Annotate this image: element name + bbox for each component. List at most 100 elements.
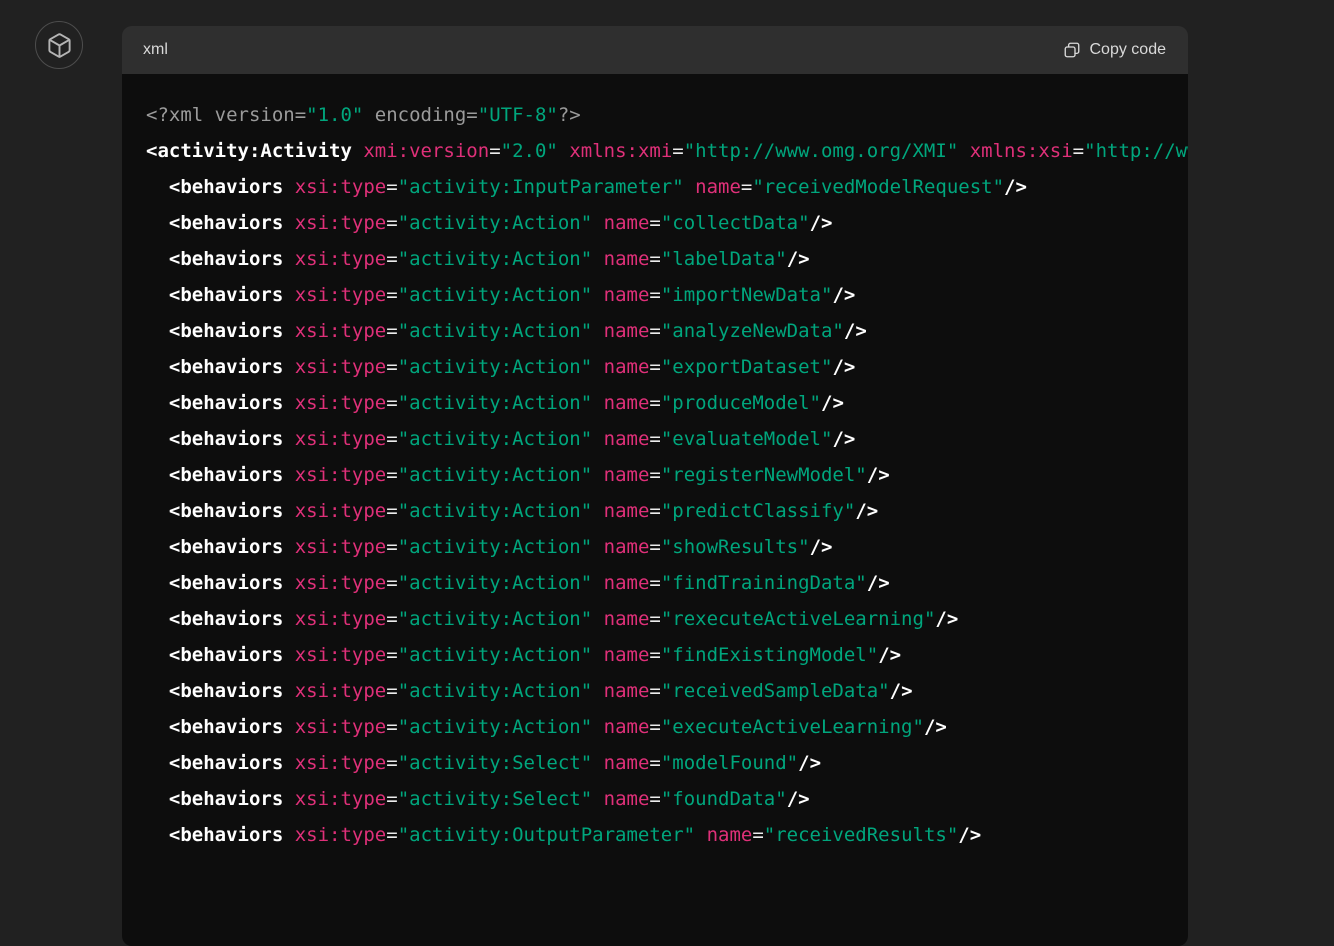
code-token-string: "activity:InputParameter" [397, 176, 684, 198]
code-token-attr: xsi:type [294, 608, 387, 630]
code-line: <behaviors xsi:type="activity:Action" na… [146, 673, 1164, 709]
code-token-attr: name [603, 500, 650, 522]
code-token-string: "http://www.omg.org/XMI" [683, 140, 959, 162]
code-token-meta: ?> [557, 104, 581, 126]
code-line: <behaviors xsi:type="activity:Action" na… [146, 349, 1164, 385]
code-token-plain: = [649, 716, 661, 738]
code-line: <behaviors xsi:type="activity:Action" na… [146, 601, 1164, 637]
code-token-tag: /> [809, 212, 833, 234]
code-token-tag: <behaviors [168, 212, 284, 234]
code-token-attr: name [603, 788, 650, 810]
code-line: <behaviors xsi:type="activity:Action" na… [146, 277, 1164, 313]
code-token-plain: = [1072, 140, 1085, 162]
code-line: <behaviors xsi:type="activity:Action" na… [146, 241, 1164, 277]
code-token-plain: = [386, 284, 398, 306]
code-token-attr: xsi:type [294, 248, 387, 270]
code-token-string: "http://www.w3.org/2001/XMLSchema-instan… [1084, 140, 1188, 162]
code-token-plain: = [649, 248, 661, 270]
code-token-attr: name [603, 320, 650, 342]
code-token-plain: = [386, 248, 398, 270]
code-token-attr: xsi:type [294, 356, 387, 378]
code-line: <behaviors xsi:type="activity:Action" na… [146, 421, 1164, 457]
copy-icon [1064, 42, 1079, 58]
code-token-string: "activity:Action" [397, 320, 593, 342]
code-token-attr: name [603, 464, 650, 486]
code-line: <behaviors xsi:type="activity:Action" na… [146, 493, 1164, 529]
code-token-string: "activity:Action" [397, 608, 593, 630]
code-token-attr: name [603, 644, 650, 666]
code-token-attr: xsi:type [294, 464, 387, 486]
code-line: <behaviors xsi:type="activity:Action" na… [146, 313, 1164, 349]
code-line: <behaviors xsi:type="activity:Action" na… [146, 565, 1164, 601]
code-token-attr: xsi:type [294, 284, 387, 306]
code-token-tag: /> [889, 680, 913, 702]
code-token-tag: <behaviors [168, 536, 284, 558]
code-token-attr: xsi:type [294, 752, 387, 774]
code-token-plain: = [649, 788, 661, 810]
code-token-plain: = [649, 608, 661, 630]
code-token-attr: name [603, 248, 650, 270]
code-token-attr: name [603, 356, 650, 378]
code-token-attr: xsi:type [294, 428, 387, 450]
code-line: <behaviors xsi:type="activity:Action" na… [146, 205, 1164, 241]
code-token-string: "activity:Select" [397, 788, 593, 810]
code-token-tag: /> [878, 644, 902, 666]
code-token-attr: xsi:type [294, 212, 387, 234]
code-token-tag: <behaviors [168, 356, 284, 378]
code-token-plain: = [386, 320, 398, 342]
code-token-string: "activity:Action" [397, 680, 593, 702]
code-token-string: "activity:Action" [397, 248, 593, 270]
code-token-string: "activity:Action" [397, 356, 593, 378]
code-token-string: "importNewData" [660, 284, 833, 306]
code-line: <behaviors xsi:type="activity:Action" na… [146, 457, 1164, 493]
code-token-tag: <behaviors [168, 680, 284, 702]
assistant-avatar [35, 21, 83, 69]
copy-code-button[interactable]: Copy code [1063, 41, 1166, 59]
code-token-string: "analyzeNewData" [660, 320, 844, 342]
code-token-string: "collectData" [660, 212, 810, 234]
code-token-string: "2.0" [500, 140, 558, 162]
code-token-tag: /> [821, 392, 844, 414]
code-content: <?xml version="1.0" encoding="UTF-8"?> <a… [122, 74, 1188, 946]
code-token-tag: /> [832, 356, 856, 378]
code-token-string: "activity:Action" [397, 212, 593, 234]
code-token-plain: = [649, 428, 661, 450]
code-line: <?xml version="1.0" encoding="UTF-8"?> [146, 97, 1164, 133]
code-token-tag: /> [855, 500, 879, 522]
code-token-attr: name [603, 716, 650, 738]
code-token-string: "activity:Action" [397, 464, 593, 486]
code-token-attr: xsi:type [294, 716, 387, 738]
code-token-plain: = [386, 680, 398, 702]
code-token-tag: /> [832, 428, 856, 450]
code-token-attr: xsi:type [294, 788, 387, 810]
code-token-plain: = [649, 572, 661, 594]
code-token-tag: <behaviors [168, 176, 284, 198]
code-token-string: "findTrainingData" [660, 572, 867, 594]
code-token-tag: <activity:Activity [146, 140, 352, 162]
code-block-header: xml Copy code [122, 26, 1188, 74]
code-token-tag: /> [786, 248, 810, 270]
code-token-attr: name [603, 212, 650, 234]
